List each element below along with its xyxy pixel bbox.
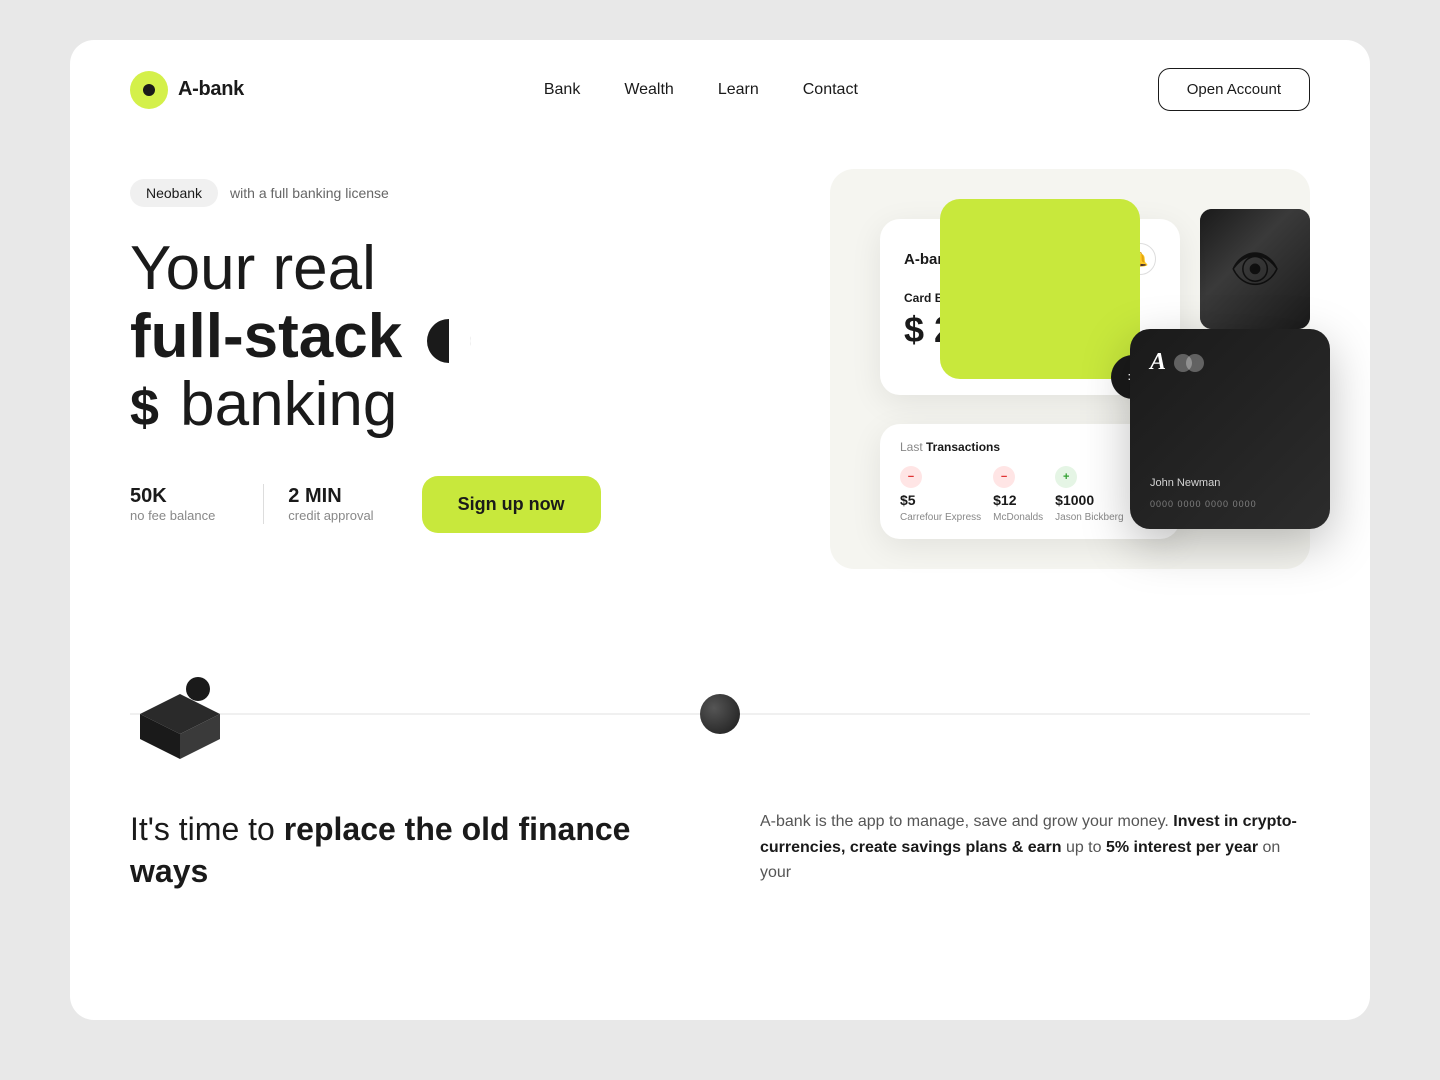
stat-50k-label: no fee balance [130, 508, 215, 523]
tx-amount-2: $12 [993, 492, 1016, 508]
lower-heading-normal: It's time to [130, 811, 284, 847]
lower-body-rate: 5% interest per year [1106, 839, 1258, 856]
stat-50k: 50K no fee balance [130, 485, 239, 523]
timeline-row [130, 669, 1310, 759]
logo-area: A-bank [130, 71, 244, 109]
lower-body-part2: up to [1066, 839, 1106, 856]
neobank-badge: Neobank with a full banking license [130, 179, 790, 207]
tx-minus-icon-1: − [900, 466, 922, 488]
lower-section: It's time to replace the old finance way… [70, 609, 1370, 922]
tx-name-2: McDonalds [993, 512, 1043, 523]
hero-section: Neobank with a full banking license Your… [70, 139, 1370, 609]
page-container: A-bank Bank Wealth Learn Contact Open Ac… [70, 40, 1370, 1020]
green-overlay: = [940, 199, 1140, 379]
headline-line1: Your real [130, 234, 376, 303]
badge-subtitle: with a full banking license [230, 185, 389, 201]
tx-plus-icon-3: + [1055, 466, 1077, 488]
stat-divider [263, 484, 264, 524]
lower-body-part1: A-bank is the app to manage, save and gr… [760, 813, 1169, 830]
transactions-title: Last Transactions [900, 440, 1160, 454]
cube-3d [130, 669, 230, 759]
nav-item-contact[interactable]: Contact [803, 81, 858, 99]
balance-label-text: Card [904, 291, 931, 305]
tx-name-3: Jason Bickberg [1055, 512, 1123, 523]
dark-card-circles [1174, 354, 1204, 372]
navbar: A-bank Bank Wealth Learn Contact Open Ac… [70, 40, 1370, 139]
tx-amount-3: $1000 [1055, 492, 1094, 508]
stat-2min-label: credit approval [288, 508, 373, 523]
headline-line2: full-stack [130, 302, 402, 371]
hero-left: Neobank with a full banking license Your… [130, 169, 790, 533]
transactions-title-bold: Transactions [926, 440, 1000, 454]
stat-2min-number: 2 MIN [288, 485, 373, 508]
eye-graphic [1200, 209, 1310, 329]
transaction-item-1: − $5 Carrefour Express [900, 466, 981, 523]
lower-content: It's time to replace the old finance way… [130, 809, 1310, 892]
lower-right: A-bank is the app to manage, save and gr… [760, 809, 1310, 892]
lower-left: It's time to replace the old finance way… [130, 809, 680, 892]
dark-card-circle-2 [1186, 354, 1204, 372]
pie-icon [427, 319, 471, 363]
logo-icon [130, 71, 168, 109]
tx-amount-1: $5 [900, 492, 916, 508]
logo-text: A-bank [178, 78, 244, 101]
transaction-item-2: − $12 McDonalds [993, 466, 1043, 523]
nav-item-bank[interactable]: Bank [544, 81, 580, 99]
dark-card-number: 0000 0000 0000 0000 [1150, 499, 1257, 509]
dark-card-holder: John Newman [1150, 477, 1220, 489]
transaction-item-3: + $1000 Jason Bickberg [1055, 466, 1123, 523]
stat-50k-number: 50K [130, 485, 215, 508]
tx-name-1: Carrefour Express [900, 512, 981, 523]
lower-heading: It's time to replace the old finance way… [130, 809, 680, 892]
open-account-button[interactable]: Open Account [1158, 68, 1310, 111]
stat-2min: 2 MIN credit approval [288, 485, 397, 523]
badge-label: Neobank [130, 179, 218, 207]
nav-item-wealth[interactable]: Wealth [624, 81, 674, 99]
lower-body: A-bank is the app to manage, save and gr… [760, 809, 1310, 886]
money-eye-image [1200, 209, 1310, 329]
nav-links: Bank Wealth Learn Contact [544, 81, 858, 99]
transaction-items: − $5 Carrefour Express − $12 McDonalds +… [900, 466, 1160, 523]
dark-card-logo: A [1150, 349, 1310, 376]
dark-card: A John Newman 0000 0000 0000 0000 [1130, 329, 1330, 529]
hero-right: A-bank 🔔 Card Balance $ 25 354 = Last Tr… [830, 169, 1310, 569]
tx-minus-icon-2: − [993, 466, 1015, 488]
headline-line3: banking [180, 370, 397, 439]
signup-button[interactable]: Sign up now [422, 476, 601, 533]
hero-headline: Your real full-stack $ banking [130, 235, 790, 440]
hero-stats: 50K no fee balance 2 MIN credit approval… [130, 476, 790, 533]
dollar-icon: $ [130, 380, 159, 437]
sphere-marker [700, 694, 740, 734]
nav-item-learn[interactable]: Learn [718, 81, 759, 99]
